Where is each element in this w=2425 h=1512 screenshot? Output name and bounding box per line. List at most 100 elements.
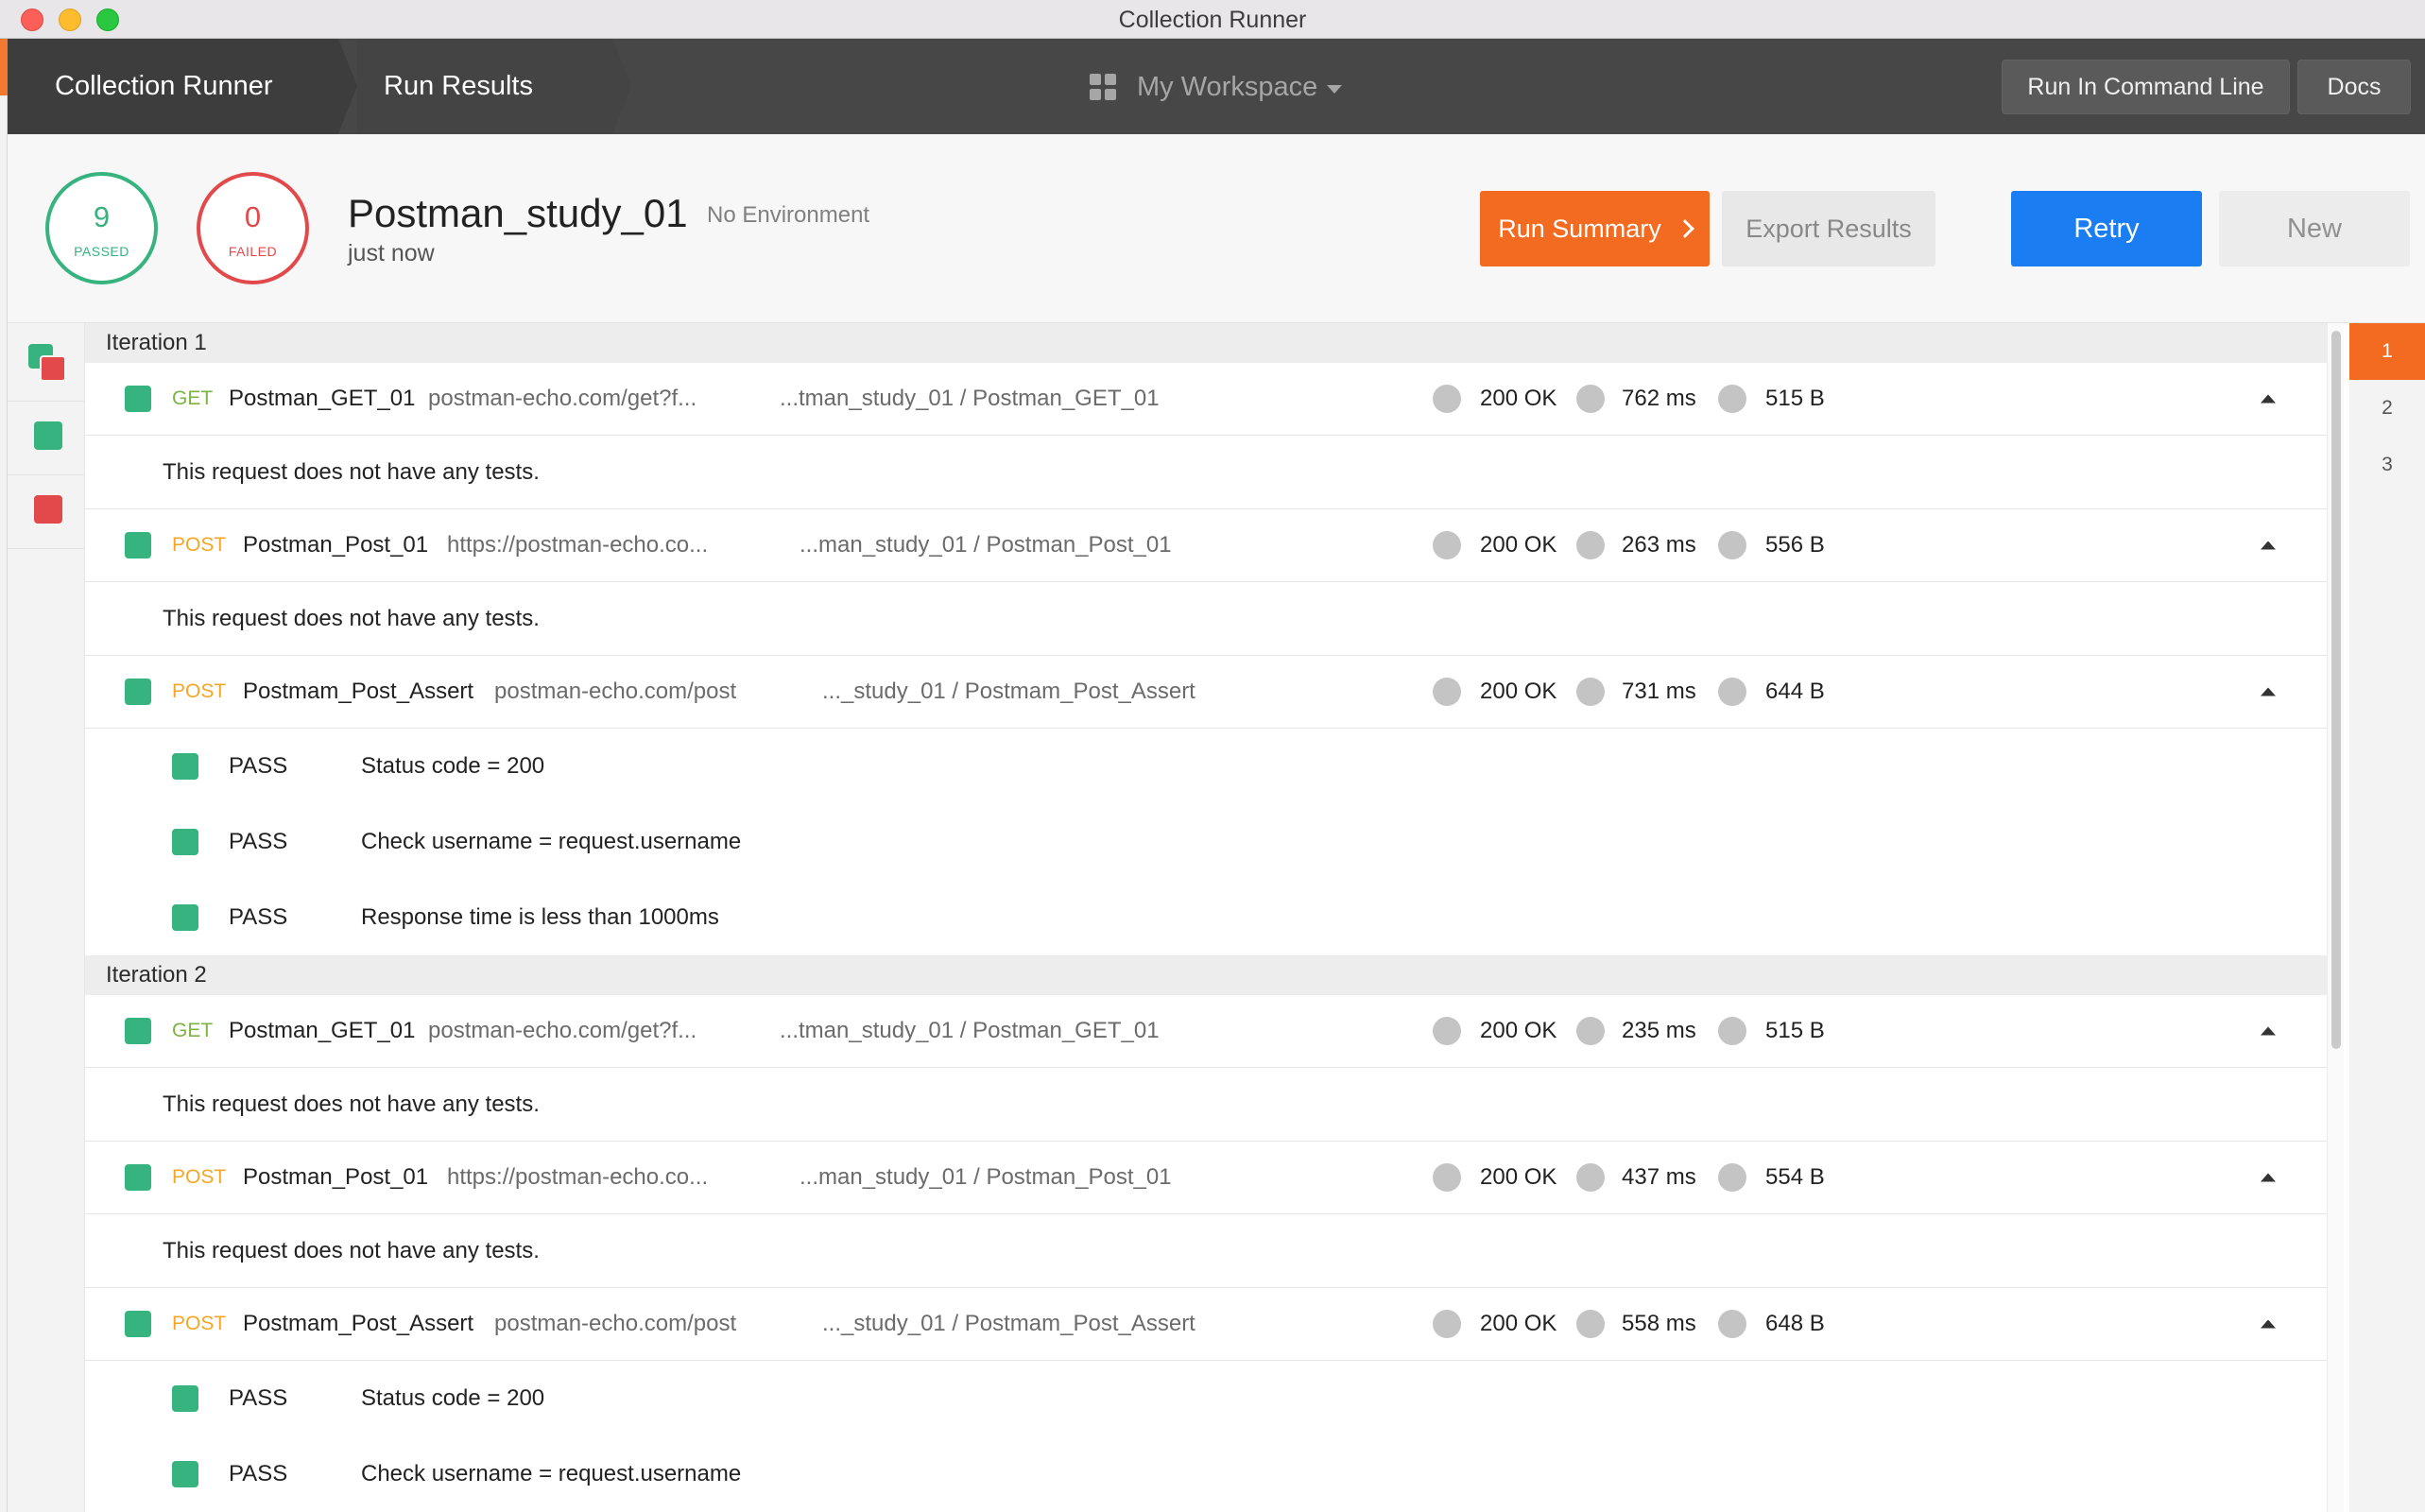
- divider: [8, 548, 85, 549]
- filter-failed-icon[interactable]: [34, 495, 62, 524]
- request-name: Postman_Post_01: [243, 532, 429, 558]
- request-row[interactable]: POST Postman_Post_01 https://postman-ech…: [85, 1142, 2327, 1214]
- filter-all-icon[interactable]: [28, 344, 68, 384]
- window-title: Collection Runner: [1118, 7, 1307, 33]
- results-scrollbar[interactable]: [2327, 323, 2344, 1512]
- circle-icon: [1433, 1310, 1461, 1338]
- request-path: ..._study_01 / Postmam_Post_Assert: [822, 1311, 1195, 1336]
- response-time: 731 ms: [1622, 679, 1696, 704]
- workspace-label: My Workspace: [1137, 71, 1318, 102]
- circle-icon: [1576, 1163, 1605, 1192]
- breadcrumb-separator: [612, 39, 631, 133]
- docs-button[interactable]: Docs: [2297, 60, 2411, 114]
- response-status: 200 OK: [1480, 1164, 1557, 1190]
- test-status: PASS: [229, 753, 288, 779]
- pass-status-icon: [125, 1164, 151, 1191]
- request-row[interactable]: POST Postmam_Post_Assert postman-echo.co…: [85, 656, 2327, 729]
- request-path: ...tman_study_01 / Postman_GET_01: [780, 386, 1160, 411]
- run-summary-label: Run Summary: [1498, 214, 1661, 243]
- filter-passed-icon[interactable]: [34, 421, 62, 450]
- test-result-row: PASS Check username = request.username: [85, 1436, 2327, 1512]
- request-path: ..._study_01 / Postmam_Post_Assert: [822, 679, 1195, 704]
- request-url: https://postman-echo.co...: [447, 532, 709, 558]
- divider: [8, 474, 85, 475]
- divider: [8, 401, 85, 402]
- scrollbar-thumb[interactable]: [2331, 331, 2341, 1049]
- response-status: 200 OK: [1480, 386, 1557, 411]
- response-size: 648 B: [1765, 1311, 1825, 1336]
- request-name: Postmam_Post_Assert: [243, 1311, 474, 1336]
- caret-up-icon[interactable]: [2261, 1173, 2276, 1182]
- run-summary-button[interactable]: Run Summary: [1480, 191, 1710, 266]
- new-button[interactable]: New: [2219, 191, 2410, 266]
- test-result-row: PASS Response time is less than 1000ms: [85, 880, 2327, 955]
- circle-icon: [1718, 1310, 1746, 1338]
- passed-label: PASSED: [74, 244, 129, 259]
- pass-status-icon: [125, 532, 151, 558]
- passed-count: 9: [93, 200, 111, 233]
- request-name: Postman_GET_01: [229, 1018, 416, 1043]
- caret-up-icon[interactable]: [2261, 1319, 2276, 1329]
- request-method: POST: [172, 1313, 227, 1334]
- iteration-navigator: 1 2 3: [2349, 323, 2425, 1512]
- response-time: 558 ms: [1622, 1311, 1696, 1336]
- grid-icon: [1090, 74, 1116, 100]
- results-list[interactable]: Iteration 1 GET Postman_GET_01 postman-e…: [85, 323, 2327, 1512]
- window-titlebar: Collection Runner: [0, 0, 2425, 39]
- test-result-row: PASS Status code = 200: [85, 1361, 2327, 1436]
- request-url: postman-echo.com/get?f...: [428, 386, 697, 411]
- request-path: ...man_study_01 / Postman_Post_01: [800, 1164, 1172, 1190]
- request-path: ...tman_study_01 / Postman_GET_01: [780, 1018, 1160, 1043]
- iteration-nav-2[interactable]: 2: [2349, 380, 2425, 437]
- breadcrumb-run-results[interactable]: Run Results: [357, 39, 612, 134]
- caret-up-icon[interactable]: [2261, 394, 2276, 404]
- circle-icon: [1576, 1017, 1605, 1045]
- response-size: 515 B: [1765, 386, 1825, 411]
- circle-icon: [1718, 678, 1746, 706]
- request-row[interactable]: GET Postman_GET_01 postman-echo.com/get?…: [85, 995, 2327, 1068]
- request-row[interactable]: GET Postman_GET_01 postman-echo.com/get?…: [85, 363, 2327, 436]
- caret-up-icon[interactable]: [2261, 1026, 2276, 1036]
- circle-icon: [1433, 531, 1461, 559]
- run-in-command-line-button[interactable]: Run In Command Line: [2002, 60, 2290, 114]
- response-size: 515 B: [1765, 1018, 1825, 1043]
- circle-icon: [1576, 385, 1605, 413]
- response-time: 762 ms: [1622, 386, 1696, 411]
- no-tests-note: This request does not have any tests.: [85, 1214, 2327, 1288]
- test-status: PASS: [229, 1461, 288, 1486]
- export-results-button[interactable]: Export Results: [1722, 191, 1935, 266]
- environment-label: No Environment: [707, 202, 870, 228]
- response-size: 554 B: [1765, 1164, 1825, 1190]
- test-name: Check username = request.username: [361, 1461, 742, 1486]
- result-filter-column: [8, 323, 85, 1512]
- request-row[interactable]: POST Postman_Post_01 https://postman-ech…: [85, 509, 2327, 582]
- test-result-row: PASS Check username = request.username: [85, 804, 2327, 880]
- retry-button[interactable]: Retry: [2011, 191, 2202, 266]
- circle-icon: [1433, 1163, 1461, 1192]
- response-time: 263 ms: [1622, 532, 1696, 558]
- test-status: PASS: [229, 904, 288, 930]
- run-name: Postman_study_01: [348, 191, 688, 235]
- request-method: GET: [172, 387, 214, 409]
- caret-up-icon[interactable]: [2261, 687, 2276, 696]
- iteration-nav-3[interactable]: 3: [2349, 437, 2425, 493]
- test-name: Status code = 200: [361, 753, 545, 779]
- request-url: postman-echo.com/get?f...: [428, 1018, 697, 1043]
- request-method: POST: [172, 534, 227, 556]
- circle-icon: [1433, 678, 1461, 706]
- run-timestamp: just now: [348, 240, 435, 266]
- request-url: postman-echo.com/post: [494, 1311, 737, 1336]
- caret-up-icon[interactable]: [2261, 541, 2276, 550]
- test-status: PASS: [229, 829, 288, 854]
- iteration-nav-1[interactable]: 1: [2349, 323, 2425, 380]
- circle-icon: [1718, 1163, 1746, 1192]
- workspace-switcher[interactable]: My Workspace: [1090, 67, 1343, 107]
- circle-icon: [1433, 1017, 1461, 1045]
- background-window-accent: [0, 39, 8, 95]
- request-name: Postman_Post_01: [243, 1164, 429, 1190]
- breadcrumb-collection-runner[interactable]: Collection Runner: [8, 39, 338, 134]
- failed-label: FAILED: [228, 244, 278, 259]
- chevron-right-icon: [1675, 219, 1694, 238]
- request-row[interactable]: POST Postmam_Post_Assert postman-echo.co…: [85, 1288, 2327, 1361]
- pass-status-icon: [172, 1385, 198, 1412]
